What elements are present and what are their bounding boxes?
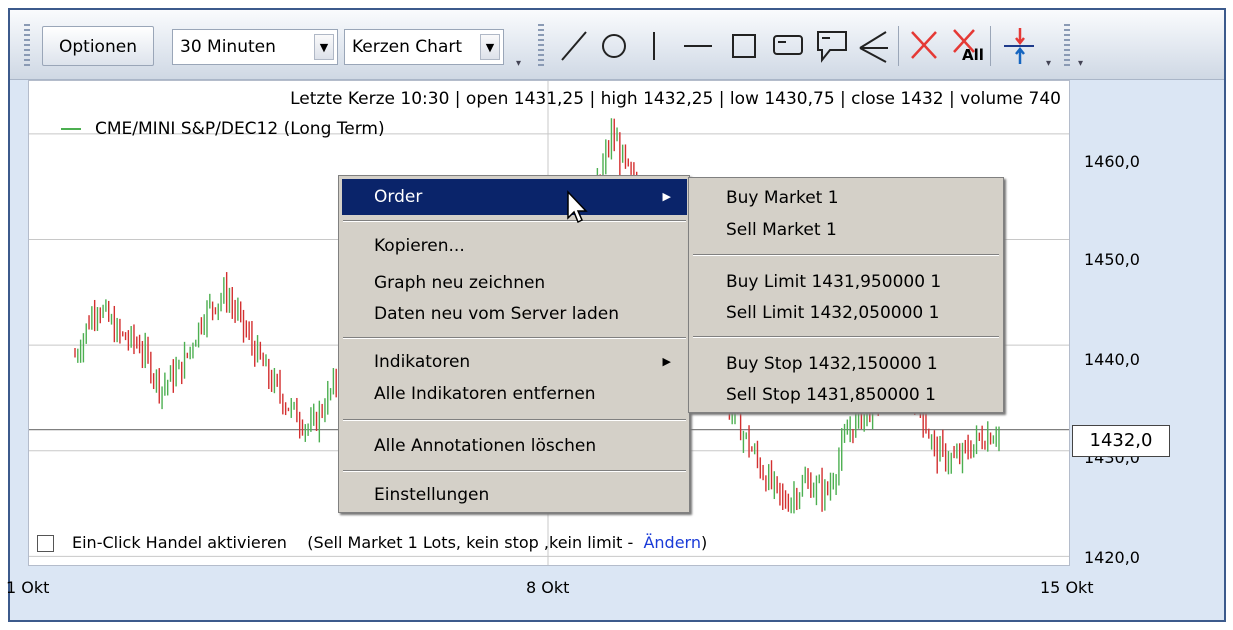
vertical-line-tool-icon[interactable]: [636, 24, 672, 68]
overflow-icon[interactable]: ▾: [516, 58, 521, 69]
submenu-item-buy-market[interactable]: Buy Market 1: [692, 182, 1000, 214]
charttype-value: Kerzen Chart: [352, 37, 463, 57]
submenu-item-buy-limit[interactable]: Buy Limit 1431,950000 1: [692, 266, 1000, 298]
one-click-trading: Ein-Click Handel aktivieren (Sell Market…: [37, 533, 707, 552]
y-tick-label: 1460,0: [1084, 152, 1140, 171]
line-tool-icon[interactable]: [556, 24, 592, 68]
callout-tool-icon[interactable]: [814, 24, 850, 68]
fan-tool-icon[interactable]: [856, 24, 892, 68]
charttype-select[interactable]: Kerzen Chart ▼: [344, 29, 504, 65]
rectangle-tool-icon[interactable]: [726, 24, 762, 68]
last-candle-info: Letzte Kerze 10:30 | open 1431,25 | high…: [290, 89, 1061, 109]
menu-item-label: Indikatoren: [374, 352, 471, 372]
submenu-item-sell-stop[interactable]: Sell Stop 1431,850000 1: [692, 379, 1000, 411]
submenu-item-sell-limit[interactable]: Sell Limit 1432,050000 1: [692, 297, 1000, 329]
delete-all-annotations-icon[interactable]: All: [948, 24, 984, 68]
one-click-checkbox[interactable]: [37, 535, 54, 552]
menu-item-delete-annotations[interactable]: Alle Annotationen löschen: [342, 428, 687, 464]
chart-legend: CME/MINI S&P/DEC12 (Long Term): [61, 119, 385, 139]
overflow-icon[interactable]: ▾: [1046, 58, 1051, 69]
menu-separator: [343, 220, 686, 222]
one-click-label[interactable]: Ein-Click Handel aktivieren: [72, 533, 287, 552]
menu-item-copy[interactable]: Kopieren...: [342, 228, 687, 264]
order-submenu: Buy Market 1 Sell Market 1 Buy Limit 143…: [688, 177, 1004, 413]
toolbar-grip[interactable]: [1064, 24, 1070, 68]
menu-separator: [343, 419, 686, 421]
delete-annotation-icon[interactable]: [906, 24, 942, 68]
menu-item-remove-indicators[interactable]: Alle Indikatoren entfernen: [342, 376, 687, 412]
rounded-rectangle-tool-icon[interactable]: [770, 24, 806, 68]
change-link[interactable]: Ändern: [643, 533, 701, 552]
one-click-info: (Sell Market 1 Lots, kein stop ,kein lim…: [307, 533, 634, 552]
interval-select[interactable]: 30 Minuten ▼: [172, 29, 338, 65]
y-tick-label: 1420,0: [1084, 548, 1140, 567]
chevron-down-icon[interactable]: ▼: [314, 34, 334, 60]
price-axis: 1460,0 1450,0 1440,0 1430,0 1420,0: [1070, 80, 1220, 580]
context-menu: Order ▶ Kopieren... Graph neu zeichnen Da…: [338, 175, 690, 513]
legend-swatch: [61, 128, 81, 130]
options-button[interactable]: Optionen: [42, 26, 154, 66]
x-tick-label: 8 Okt: [526, 578, 570, 597]
menu-separator: [343, 470, 686, 472]
y-tick-label: 1440,0: [1084, 350, 1140, 369]
submenu-item-buy-stop[interactable]: Buy Stop 1432,150000 1: [692, 348, 1000, 380]
menu-separator: [343, 337, 686, 339]
menu-separator: [693, 336, 999, 338]
interval-value: 30 Minuten: [180, 37, 276, 57]
menu-item-settings[interactable]: Einstellungen: [342, 477, 687, 513]
submenu-arrow-icon: ▶: [662, 190, 671, 203]
ellipse-tool-icon[interactable]: [596, 24, 632, 68]
toolbar: Optionen 30 Minuten ▼ Kerzen Chart ▼ ▾ A…: [10, 10, 1224, 80]
menu-item-indicators[interactable]: Indikatoren ▶: [342, 344, 687, 380]
submenu-item-sell-market[interactable]: Sell Market 1: [692, 214, 1000, 246]
current-price-tag: 1432,0: [1072, 425, 1170, 457]
toolbar-grip[interactable]: [538, 24, 544, 68]
one-click-close: ): [700, 533, 708, 552]
all-badge: All: [962, 46, 984, 64]
time-axis: 1 Okt 8 Okt 15 Okt: [0, 568, 1233, 608]
x-tick-label: 1 Okt: [6, 578, 50, 597]
menu-item-label: Order: [374, 187, 423, 207]
legend-label: CME/MINI S&P/DEC12 (Long Term): [95, 119, 385, 139]
overflow-icon[interactable]: ▾: [1078, 58, 1083, 69]
toolbar-separator: [990, 26, 991, 66]
horizontal-line-tool-icon[interactable]: [680, 24, 716, 68]
menu-item-reload[interactable]: Daten neu vom Server laden: [342, 296, 687, 332]
toolbar-grip[interactable]: [24, 24, 30, 68]
menu-separator: [693, 254, 999, 256]
toolbar-separator: [898, 26, 899, 66]
mouse-pointer-icon: [567, 190, 588, 224]
submenu-arrow-icon: ▶: [662, 355, 671, 368]
order-marker-icon[interactable]: [1000, 24, 1036, 68]
x-tick-label: 15 Okt: [1040, 578, 1094, 597]
y-tick-label: 1450,0: [1084, 250, 1140, 269]
menu-item-order[interactable]: Order ▶: [342, 179, 687, 215]
chevron-down-icon[interactable]: ▼: [480, 34, 500, 60]
